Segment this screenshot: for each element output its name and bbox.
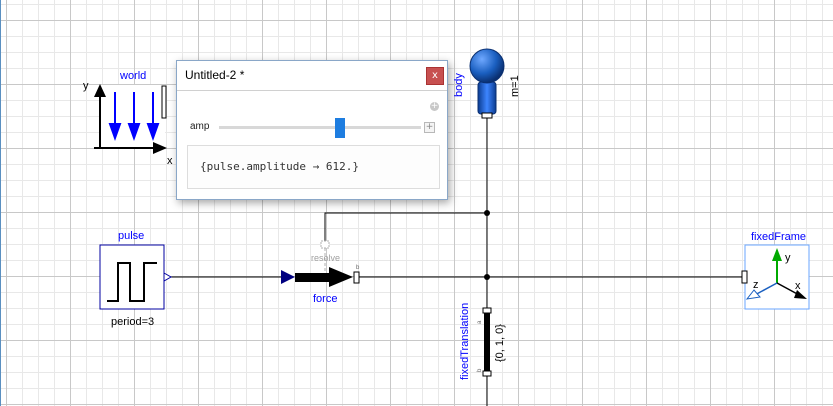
plus-box-icon[interactable]: + [424, 122, 435, 133]
world-axis-x: x [167, 155, 173, 167]
amp-label: amp [190, 121, 210, 132]
fixed-frame-component[interactable]: fixedFrame y z x [741, 231, 810, 310]
force-label: force [313, 293, 337, 305]
junction-dot [484, 274, 490, 280]
force-component[interactable]: resolve b force [281, 240, 360, 305]
fixed-translation-component[interactable]: a b fixedTranslation {0, 1, 0} [459, 303, 506, 380]
world-label: world [119, 70, 146, 82]
fixed-frame-axis-x: x [795, 280, 801, 292]
window-body: + amp + {pulse.amplitude → 612.} [177, 91, 447, 199]
pulse-label: pulse [118, 230, 144, 242]
fixed-translation-port-b: b [477, 368, 483, 372]
force-resolve-hint: resolve [311, 253, 340, 263]
force-port-b: b [356, 265, 360, 271]
pulse-component[interactable]: pulse period=3 [99, 230, 173, 328]
amp-slider-track[interactable] [219, 126, 421, 129]
body-label: body [453, 73, 465, 97]
fixed-translation-param: {0, 1, 0} [494, 324, 506, 362]
fixed-frame-axis-y: y [785, 252, 791, 264]
window-titlebar[interactable]: Untitled-2 * x [177, 61, 447, 91]
fixed-translation-label: fixedTranslation [459, 303, 471, 380]
window-title: Untitled-2 * [185, 68, 245, 82]
output-text: {pulse.amplitude → 612.} [200, 160, 359, 173]
fixed-frame-axis-z: z [753, 279, 759, 291]
resolve-connection[interactable] [324, 212, 487, 243]
pulse-period-param: period=3 [111, 316, 154, 328]
diagram-canvas[interactable]: world y x body m=1 pulse period=3 resolv… [0, 0, 833, 406]
amp-slider-thumb[interactable] [335, 118, 345, 138]
world-axis-y: y [83, 80, 89, 92]
close-button[interactable]: x [426, 67, 444, 85]
fixed-frame-label: fixedFrame [751, 231, 806, 243]
fixed-translation-port-a: a [477, 320, 483, 324]
world-component[interactable]: world y x [83, 70, 173, 167]
body-component[interactable]: body m=1 [453, 48, 521, 119]
body-mass-param: m=1 [509, 75, 521, 97]
manipulate-window[interactable]: Untitled-2 * x + amp + {pulse.amplitude … [176, 60, 448, 200]
output-panel: {pulse.amplitude → 612.} [187, 145, 440, 189]
junction-dot [484, 210, 490, 216]
plus-circle-icon[interactable]: + [430, 102, 439, 111]
